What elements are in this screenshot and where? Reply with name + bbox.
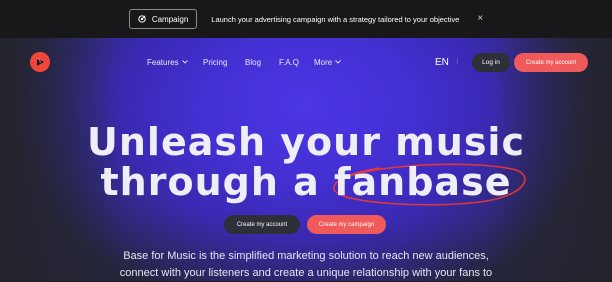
nav-item-label: Blog	[245, 58, 262, 67]
hero-headline-line2: through a fanbase	[0, 160, 612, 206]
chevron-down-icon	[335, 59, 342, 66]
hero-highlight-word: fanbase	[332, 160, 526, 206]
hero-headline-prefix: through a	[100, 160, 334, 204]
nav-item-pricing[interactable]: Pricing	[203, 58, 227, 67]
announcement-bar: Campaign Launch your advertising campaig…	[0, 0, 612, 38]
nav-item-label: Pricing	[203, 58, 228, 67]
target-icon	[138, 15, 146, 23]
campaign-chip-label: Campaign	[151, 14, 189, 24]
hero-description: Base for Music is the simplified marketi…	[0, 248, 612, 282]
nav-item-label: More	[314, 58, 333, 67]
nav-item-label: Features	[147, 58, 179, 67]
nav-item-features[interactable]: Features	[147, 58, 188, 67]
announcement-text: Launch your advertising campaign with a …	[211, 14, 460, 24]
language-divider: ⁝	[456, 57, 459, 66]
close-icon[interactable]: ×	[477, 14, 483, 24]
language-selector[interactable]: EN	[435, 57, 449, 68]
announcement-content: Campaign Launch your advertising campaig…	[128, 9, 483, 29]
login-button[interactable]: Log in	[472, 53, 510, 72]
hero-section: Features Pricing Blog F.A.Q More EN ⁝ Lo…	[0, 38, 612, 281]
hero-highlight-text: fanbase	[334, 160, 512, 204]
nav-item-more[interactable]: More	[314, 58, 342, 67]
create-account-button[interactable]: Create my account	[514, 53, 588, 72]
nav-item-faq[interactable]: F.A.Q	[279, 58, 299, 67]
hero-create-account-button[interactable]: Create my account	[224, 215, 300, 234]
chevron-down-icon	[181, 59, 188, 66]
hero-description-line1: Base for Music is the simplified marketi…	[123, 250, 489, 262]
campaign-chip[interactable]: Campaign	[128, 9, 198, 29]
nav-item-label: F.A.Q	[279, 58, 300, 67]
hero-description-line2: connect with your listeners and create a…	[119, 267, 493, 279]
nav-item-blog[interactable]: Blog	[245, 58, 261, 67]
hero-create-campaign-button[interactable]: Create my campaign	[307, 215, 386, 234]
